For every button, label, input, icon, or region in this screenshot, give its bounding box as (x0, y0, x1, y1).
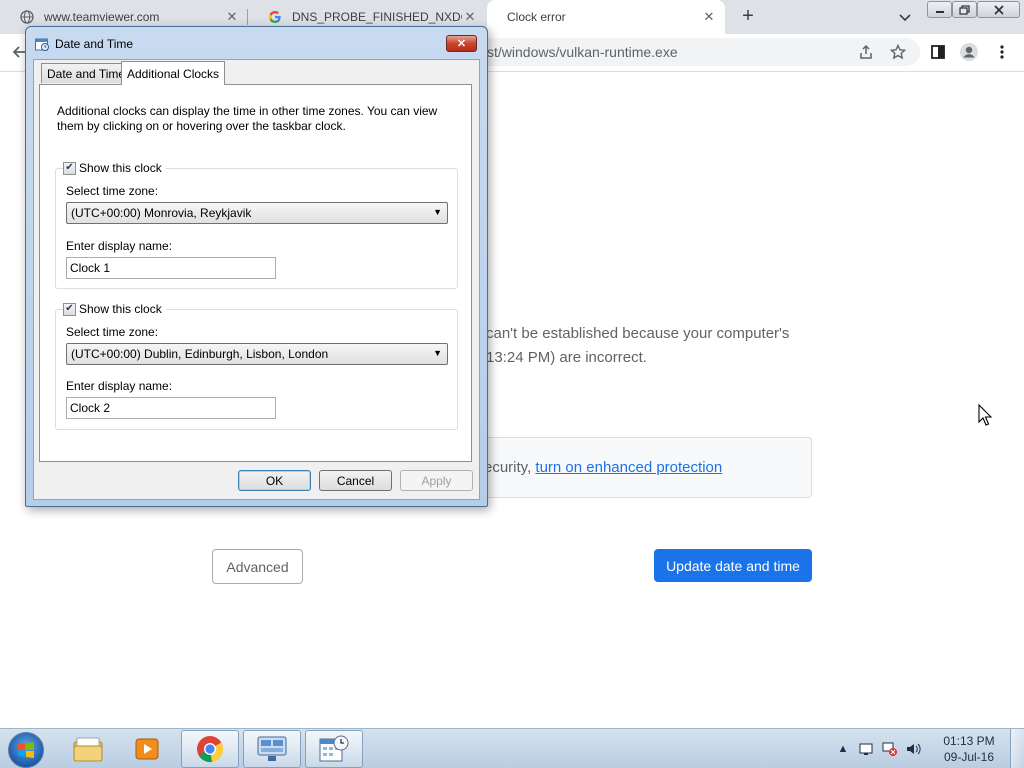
clock-1-timezone-label: Select time zone: (66, 184, 159, 198)
show-hidden-icons-chevron[interactable]: ▲ (835, 741, 851, 757)
mouse-cursor-icon (978, 403, 993, 429)
error-line-2: 13:24 PM) are incorrect. (486, 349, 647, 366)
tab-date-and-time[interactable]: Date and Time (41, 63, 132, 83)
tab-title: Clock error (507, 10, 566, 24)
windows-explorer-icon[interactable] (59, 730, 117, 768)
dialog-title: Date and Time (55, 37, 134, 51)
show-clock-label: Show this clock (79, 161, 162, 175)
close-tab-icon[interactable]: ✕ (224, 9, 240, 25)
close-window-button[interactable] (977, 1, 1020, 18)
network-app-icon[interactable] (243, 730, 301, 768)
checkmark-icon: ✔ (63, 302, 76, 316)
minimize-window-button[interactable] (927, 1, 952, 18)
checkmark-icon: ✔ (63, 161, 76, 175)
clock-error-message: can't be established because your comput… (486, 322, 806, 370)
clock-1-name-label: Enter display name: (66, 239, 173, 253)
tab-clock-error[interactable]: Clock error ✕ (487, 0, 725, 34)
clock-time: 01:13 PM (943, 734, 995, 748)
date-time-control-panel-icon[interactable] (305, 730, 363, 768)
enhanced-protection-text: ecurity, turn on enhanced protection (484, 459, 722, 476)
url-text[interactable]: st/windows/vulkan-runtime.exe (487, 44, 678, 60)
clock-1-show-checkbox[interactable]: ✔ Show this clock (63, 161, 166, 175)
volume-speaker-icon[interactable] (905, 741, 921, 757)
kebab-menu-icon[interactable] (992, 42, 1012, 62)
show-clock-label: Show this clock (79, 302, 162, 316)
security-prefix: ecurity, (484, 459, 536, 476)
clock-2-timezone-select[interactable]: (UTC+00:00) Dublin, Edinburgh, Lisbon, L… (66, 343, 448, 365)
enhanced-protection-link[interactable]: turn on enhanced protection (535, 459, 722, 476)
cancel-button[interactable]: Cancel (319, 470, 392, 491)
error-line-1: can't be established because your comput… (486, 325, 790, 342)
media-player-icon[interactable] (118, 730, 176, 768)
calendar-clock-icon (35, 37, 49, 51)
panel-description: Additional clocks can display the time i… (57, 104, 438, 133)
clock-2-show-checkbox[interactable]: ✔ Show this clock (63, 302, 166, 316)
close-tab-icon[interactable]: ✕ (462, 9, 478, 25)
restore-window-button[interactable] (952, 1, 977, 18)
globe-icon (20, 10, 34, 24)
dialog-close-button[interactable]: ✕ (446, 35, 477, 52)
clock-1-timezone-select[interactable]: (UTC+00:00) Monrovia, Reykjavik ▼ (66, 202, 448, 224)
selected-timezone: (UTC+00:00) Dublin, Edinburgh, Lisbon, L… (71, 347, 329, 361)
advanced-button[interactable]: Advanced (212, 549, 303, 584)
side-panel-icon[interactable] (928, 42, 948, 62)
show-desktop-button[interactable] (1010, 729, 1024, 768)
dropdown-arrow-icon: ▼ (433, 207, 442, 217)
update-date-time-button[interactable]: Update date and time (654, 549, 812, 582)
clock-2-name-label: Enter display name: (66, 379, 173, 393)
tab-additional-clocks[interactable]: Additional Clocks (121, 61, 226, 85)
windows-start-button[interactable] (8, 732, 44, 768)
share-icon[interactable] (856, 42, 876, 62)
google-icon (268, 10, 282, 24)
chrome-icon[interactable] (181, 730, 239, 768)
dropdown-arrow-icon: ▼ (433, 348, 442, 358)
profile-avatar-icon[interactable] (959, 42, 979, 62)
clock-1-name-input[interactable]: Clock 1 (66, 257, 276, 279)
clock-2-timezone-label: Select time zone: (66, 325, 159, 339)
selected-timezone: (UTC+00:00) Monrovia, Reykjavik (71, 206, 252, 220)
tab-title: www.teamviewer.com (44, 10, 160, 24)
apply-button[interactable]: Apply (400, 470, 473, 491)
bookmark-star-icon[interactable] (888, 42, 908, 62)
action-center-icon[interactable] (858, 741, 874, 757)
clock-date: 09-Jul-16 (943, 750, 995, 764)
clock-2-name-input[interactable]: Clock 2 (66, 397, 276, 419)
network-disconnected-icon[interactable] (882, 741, 898, 757)
ok-button[interactable]: OK (238, 470, 311, 491)
close-tab-icon[interactable]: ✕ (701, 9, 717, 25)
taskbar-clock[interactable]: 01:13 PM 09-Jul-16 (936, 733, 1002, 765)
tab-title: DNS_PROBE_FINISHED_NXDOMAIN (292, 10, 462, 24)
tab-search-chevron-icon[interactable] (896, 8, 914, 26)
new-tab-button[interactable]: + (736, 6, 760, 28)
